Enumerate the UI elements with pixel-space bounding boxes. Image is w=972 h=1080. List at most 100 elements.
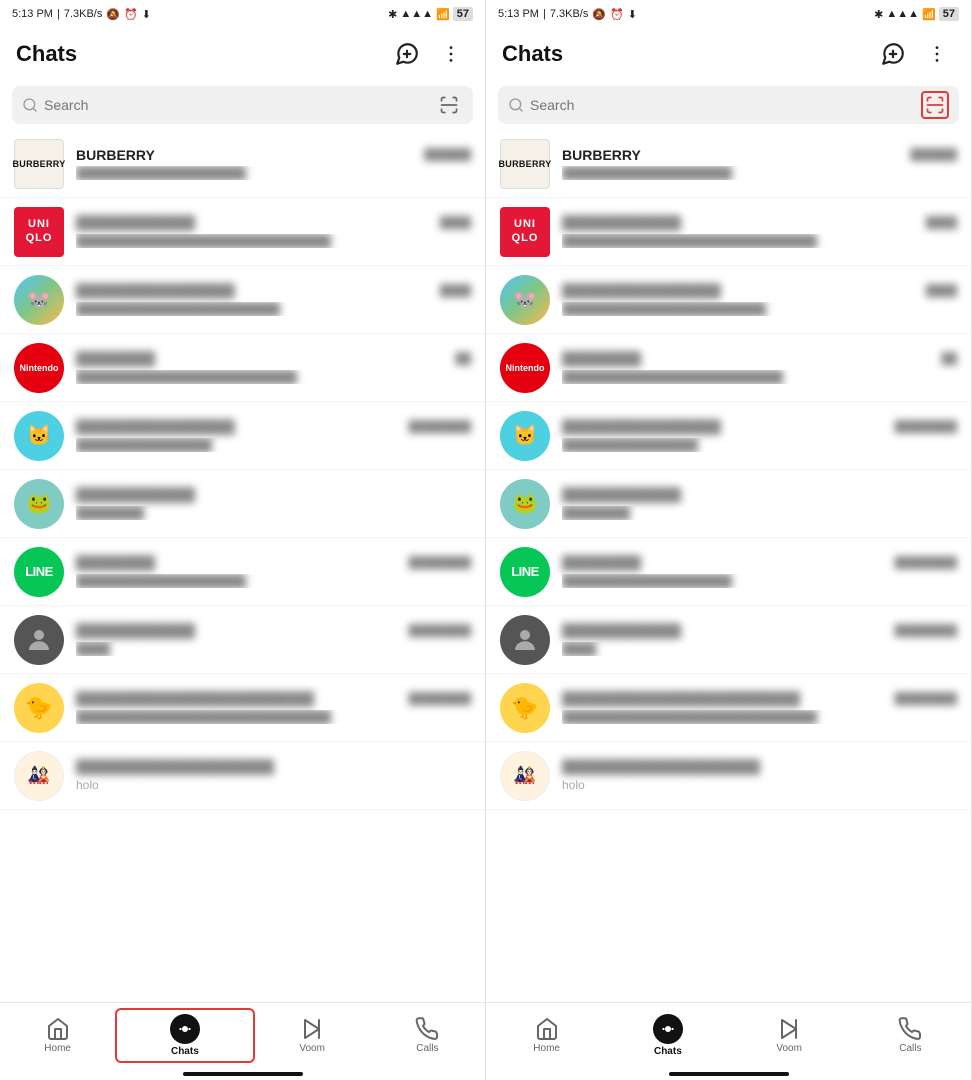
more-options-button-right[interactable] — [919, 36, 955, 72]
chat-time-line-right: ████████ — [895, 557, 957, 569]
chat-name-frog-left: ████████████ — [76, 487, 195, 503]
chat-content-frog-left: ████████████ ████████ — [76, 487, 471, 520]
chat-item-frog-left[interactable]: 🐸 ████████████ ████████ — [0, 470, 485, 538]
chat-content-line-left: ████████ ████████ ████████████████████ — [76, 555, 471, 588]
chat-content-totoro-right: ████████████████ ████████ ██████████████… — [562, 419, 957, 452]
header-icons-left — [389, 36, 469, 72]
wifi-icon-right: 📶 — [922, 8, 936, 21]
search-bar-left[interactable] — [12, 86, 473, 124]
status-clock-icon-right: ⏰ — [610, 8, 624, 21]
status-icons-right-2: ✱ ▲▲▲ 📶 57 — [874, 7, 959, 21]
calls-icon-right — [898, 1017, 922, 1041]
chat-item-last-left[interactable]: 🎎 ████████████████████ holo — [0, 742, 485, 810]
chat-item-frog-right[interactable]: 🐸 ████████████ ████████ — [486, 470, 971, 538]
chat-item-nintendo-left[interactable]: Nintendo ████████ ██ ███████████████████… — [0, 334, 485, 402]
avatar-burberry-right: BURBERRY — [500, 139, 550, 189]
chat-content-last-left: ████████████████████ holo — [76, 759, 471, 792]
search-bar-right[interactable] — [498, 86, 959, 124]
search-input-left[interactable] — [44, 97, 429, 113]
chat-name-totoro-right: ████████████████ — [562, 419, 721, 435]
chat-list-left: BURBERRY BURBERRY ██████ ███████████████… — [0, 130, 485, 1002]
scan-button-left[interactable] — [435, 91, 463, 119]
chat-item-uniqlo-right[interactable]: UNI QLO ████████████ ████ ██████████████… — [486, 198, 971, 266]
chat-name-duck-right: ████████████████████████ — [562, 691, 800, 707]
nav-home-left[interactable]: Home — [0, 1011, 115, 1060]
chat-item-burberry-left[interactable]: BURBERRY BURBERRY ██████ ███████████████… — [0, 130, 485, 198]
status-icons-right: ✱ ▲▲▲ 📶 57 — [388, 7, 473, 21]
chat-name-uniqlo-right: ████████████ — [562, 215, 681, 231]
bottom-indicator-left — [183, 1072, 303, 1076]
nav-voom-left[interactable]: Voom — [255, 1011, 370, 1060]
nav-calls-right[interactable]: Calls — [850, 1011, 971, 1060]
new-chat-button-left[interactable] — [389, 36, 425, 72]
chat-time-line-left: ████████ — [409, 557, 471, 569]
status-arrow-icon-right: ⬇ — [628, 8, 637, 21]
nav-calls-label-right: Calls — [899, 1043, 921, 1054]
nav-calls-left[interactable]: Calls — [370, 1011, 485, 1060]
voom-icon-left — [300, 1017, 324, 1041]
chat-list-right: BURBERRY BURBERRY ██████ ███████████████… — [486, 130, 971, 1002]
nav-chats-left[interactable]: Chats — [115, 1008, 254, 1063]
chat-time-totoro-right: ████████ — [895, 421, 957, 433]
status-data-speed-right: 7.3KB/s — [550, 8, 589, 20]
chats-icon-right — [659, 1020, 677, 1038]
new-chat-button-right[interactable] — [875, 36, 911, 72]
chat-content-tsum-left: ████████████████ ████ ██████████████████… — [76, 283, 471, 316]
chat-preview-burberry-right: ████████████████████ — [562, 166, 957, 180]
chat-item-person-right[interactable]: ████████████ ████████ ████ — [486, 606, 971, 674]
chat-item-duck-right[interactable]: 🐤 ████████████████████████ ████████ ████… — [486, 674, 971, 742]
avatar-line-left: LINE — [14, 547, 64, 597]
chat-time-uniqlo-right: ████ — [926, 217, 957, 229]
chat-item-tsum-right[interactable]: 🐭 ████████████████ ████ ████████████████… — [486, 266, 971, 334]
avatar-nintendo-left: Nintendo — [14, 343, 64, 393]
nav-voom-label-right: Voom — [776, 1043, 802, 1054]
chat-name-burberry-right: BURBERRY — [562, 147, 641, 163]
chat-content-uniqlo-right: ████████████ ████ ██████████████████████… — [562, 215, 957, 248]
nav-voom-right[interactable]: Voom — [729, 1011, 850, 1060]
chat-preview-last-left: holo — [76, 778, 471, 792]
chat-time-duck-left: ████████ — [409, 693, 471, 705]
status-time-speed-right: 5:13 PM | 7.3KB/s 🔕 ⏰ ⬇ — [498, 8, 637, 21]
chat-content-burberry-right: BURBERRY ██████ ████████████████████ — [562, 147, 957, 180]
avatar-totoro-right: 🐱 — [500, 411, 550, 461]
chat-item-tsum-left[interactable]: 🐭 ████████████████ ████ ████████████████… — [0, 266, 485, 334]
chat-item-uniqlo-left[interactable]: UNI QLO ████████████ ████ ██████████████… — [0, 198, 485, 266]
chat-preview-line-left: ████████████████████ — [76, 574, 471, 588]
chat-name-line-left: ████████ — [76, 555, 155, 571]
chat-content-last-right: ████████████████████ holo — [562, 759, 957, 792]
chat-preview-frog-left: ████████ — [76, 506, 471, 520]
bottom-nav-right: Home Chats Voom Calls — [486, 1002, 971, 1072]
chat-time-burberry-left: ██████ — [424, 149, 471, 161]
scan-button-right[interactable] — [921, 91, 949, 119]
voom-icon-right — [777, 1017, 801, 1041]
chat-name-frog-right: ████████████ — [562, 487, 681, 503]
chat-item-duck-left[interactable]: 🐤 ████████████████████████ ████████ ████… — [0, 674, 485, 742]
chat-preview-tsum-right: ████████████████████████ — [562, 302, 957, 316]
chat-time-nintendo-right: ██ — [941, 353, 957, 365]
home-icon-left — [46, 1017, 70, 1041]
chat-item-burberry-right[interactable]: BURBERRY BURBERRY ██████ ███████████████… — [486, 130, 971, 198]
chat-name-nintendo-right: ████████ — [562, 351, 641, 367]
nav-home-label-left: Home — [44, 1043, 71, 1054]
chat-item-line-left[interactable]: LINE ████████ ████████ █████████████████… — [0, 538, 485, 606]
chat-preview-tsum-left: ████████████████████████ — [76, 302, 471, 316]
chat-item-nintendo-right[interactable]: Nintendo ████████ ██ ███████████████████… — [486, 334, 971, 402]
bluetooth-icon: ✱ — [388, 8, 397, 21]
search-input-right[interactable] — [530, 97, 915, 113]
chat-name-tsum-left: ████████████████ — [76, 283, 235, 299]
chat-name-nintendo-left: ████████ — [76, 351, 155, 367]
chat-item-line-right[interactable]: LINE ████████ ████████ █████████████████… — [486, 538, 971, 606]
chat-item-totoro-right[interactable]: 🐱 ████████████████ ████████ ████████████… — [486, 402, 971, 470]
nav-home-right[interactable]: Home — [486, 1011, 607, 1060]
chat-content-nintendo-left: ████████ ██ ██████████████████████████ — [76, 351, 471, 384]
chat-preview-nintendo-left: ██████████████████████████ — [76, 370, 471, 384]
nav-chats-right[interactable]: Chats — [607, 1008, 728, 1063]
chat-item-totoro-left[interactable]: 🐱 ████████████████ ████████ ████████████… — [0, 402, 485, 470]
avatar-person-right — [500, 615, 550, 665]
chat-item-last-right[interactable]: 🎎 ████████████████████ holo — [486, 742, 971, 810]
bottom-nav-left: Home Chats Voom Calls — [0, 1002, 485, 1072]
chat-item-person-left[interactable]: ████████████ ████████ ████ — [0, 606, 485, 674]
avatar-totoro-left: 🐱 — [14, 411, 64, 461]
more-options-button-left[interactable] — [433, 36, 469, 72]
chat-content-tsum-right: ████████████████ ████ ██████████████████… — [562, 283, 957, 316]
